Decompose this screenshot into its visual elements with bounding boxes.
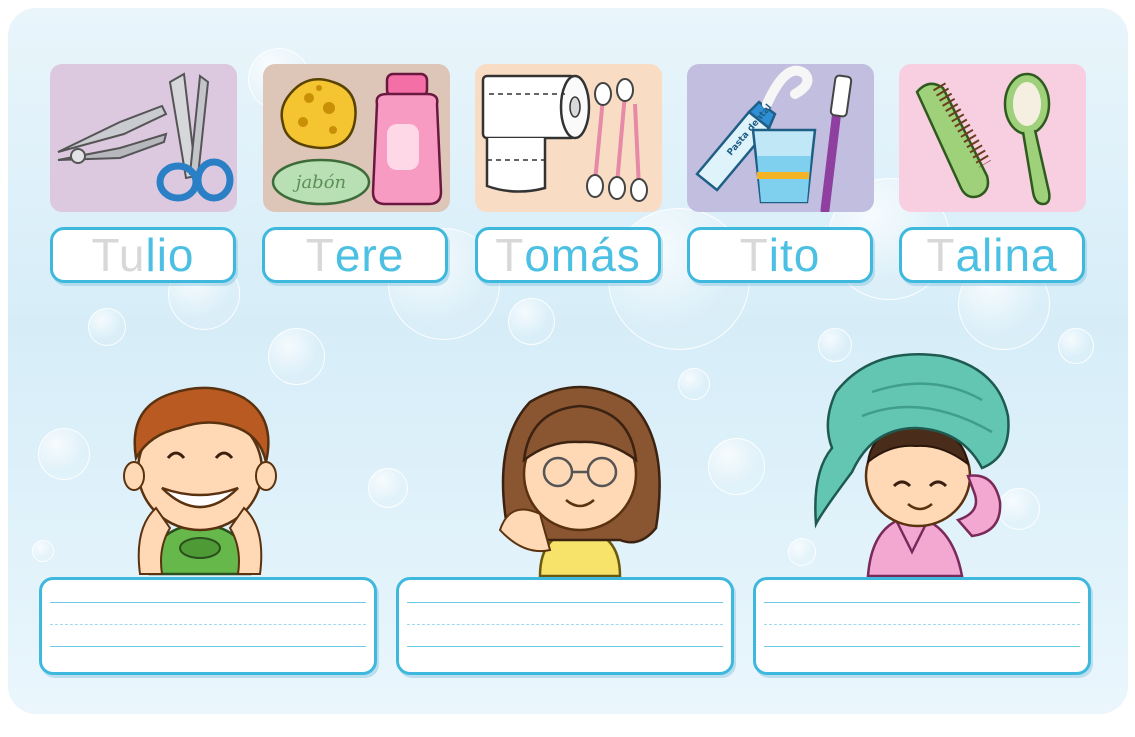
bubble-decoration <box>708 438 765 495</box>
bubble-decoration <box>678 368 710 400</box>
bubble-decoration <box>38 428 90 480</box>
nail-care-illustration <box>57 72 234 202</box>
bath-illustration: jabón <box>271 72 443 206</box>
girl-with-towel-illustration <box>812 352 1012 578</box>
name-box-tomas[interactable]: Tomás <box>475 227 661 283</box>
writing-guide-line <box>407 624 723 625</box>
soap-icon: jabón <box>271 158 371 206</box>
name-written-part: omás <box>524 229 641 281</box>
bubble-decoration <box>32 540 54 562</box>
name-written-part: ito <box>768 229 821 281</box>
writing-line <box>764 602 1080 603</box>
writing-line <box>764 646 1080 647</box>
name-written-part: ere <box>334 229 405 281</box>
nail-clipper-icon <box>57 104 168 164</box>
soap-label: jabón <box>292 172 346 193</box>
writing-box-2[interactable] <box>396 577 734 675</box>
toothbrush-icon <box>820 74 853 212</box>
teeth-illustration: Pasta dental <box>695 65 853 212</box>
name-trace-part: T <box>305 229 335 281</box>
name-box-tere[interactable]: Tere <box>262 227 448 283</box>
name-trace-part: T <box>739 229 769 281</box>
bubble-decoration <box>368 468 408 508</box>
writing-box-3[interactable] <box>753 577 1091 675</box>
name-box-tito[interactable]: Tito <box>687 227 873 283</box>
scissors-icon <box>156 72 234 202</box>
writing-line <box>407 646 723 647</box>
writing-line <box>407 602 723 603</box>
glass-icon <box>751 128 817 204</box>
hair-card <box>899 64 1086 212</box>
name-written-part: lio <box>145 229 195 281</box>
bubble-decoration <box>268 328 325 385</box>
hair-illustration <box>915 72 1051 206</box>
shampoo-bottle-icon <box>371 72 443 206</box>
cotton-swabs-icon <box>586 78 648 202</box>
writing-guide-line <box>50 624 366 625</box>
name-box-talina[interactable]: Talina <box>899 227 1085 283</box>
name-trace-part: T <box>926 229 956 281</box>
bath-card: jabón <box>263 64 450 212</box>
writing-box-1[interactable] <box>39 577 377 675</box>
writing-line <box>50 602 366 603</box>
teeth-card: Pasta dental <box>687 64 874 212</box>
bubble-decoration <box>1058 328 1094 364</box>
name-trace-part: T <box>495 229 525 281</box>
hairbrush-icon <box>1003 72 1051 206</box>
sponge-icon <box>280 78 357 150</box>
toilet-paper-icon <box>481 74 591 193</box>
toilet-card <box>475 64 662 212</box>
name-trace-part: Tu <box>91 229 146 281</box>
writing-guide-line <box>764 624 1080 625</box>
comb-icon <box>915 82 992 199</box>
nail-care-card <box>50 64 237 212</box>
worksheet: jabón Pasta dental Tu lio T ere T omás T… <box>0 0 1135 737</box>
girl-with-glasses-illustration <box>480 380 680 578</box>
boy-smiling-illustration <box>110 378 290 578</box>
bubble-decoration <box>508 298 555 345</box>
name-box-tulio[interactable]: Tu lio <box>50 227 236 283</box>
name-written-part: alina <box>955 229 1058 281</box>
writing-line <box>50 646 366 647</box>
bubble-decoration <box>88 308 126 346</box>
toilet-illustration <box>481 74 648 202</box>
